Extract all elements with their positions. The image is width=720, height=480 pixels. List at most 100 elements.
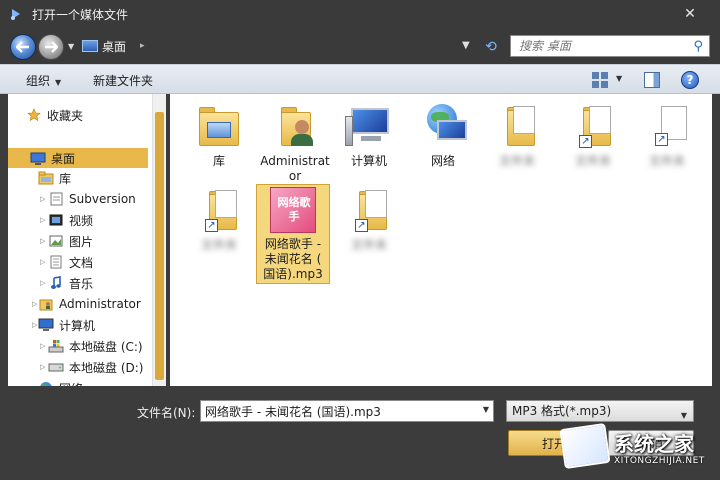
expand-arrow-icon[interactable]: ▷	[32, 321, 37, 329]
music-note-icon	[48, 276, 64, 290]
view-dropdown[interactable]: ▼	[616, 74, 622, 83]
document-shortcut-icon: ↗	[643, 102, 691, 150]
nav-favorites[interactable]: 收藏夹	[26, 105, 83, 125]
breadcrumb-desktop[interactable]: 桌面	[102, 38, 126, 55]
window-title: 打开一个媒体文件	[32, 7, 129, 22]
expand-arrow-icon[interactable]: ▷	[40, 195, 45, 203]
expand-arrow-icon[interactable]: ▷	[40, 363, 45, 371]
hard-drive-icon	[48, 360, 64, 374]
address-dropdown[interactable]: ▼	[462, 40, 470, 51]
file-item-folder[interactable]: 文件夹	[480, 102, 554, 169]
watermark-text: 系统之家	[614, 432, 694, 456]
nav-network[interactable]: 网络	[38, 378, 83, 386]
expand-arrow-icon[interactable]: ▷	[40, 237, 45, 245]
file-label-line1: 网络歌手 -	[264, 237, 322, 251]
chevron-down-icon: ▼	[55, 78, 62, 87]
chevron-right-icon[interactable]: ▸	[140, 41, 145, 51]
file-item-network[interactable]: 网络	[406, 102, 480, 169]
expand-arrow-icon[interactable]: ▷	[32, 300, 37, 308]
library-folder-icon	[195, 102, 243, 150]
watermark: 系统之家 XITONGZHIJIA.NET	[559, 422, 714, 472]
nav-pictures[interactable]: 图片	[48, 231, 93, 251]
filename-input[interactable]	[201, 401, 471, 421]
help-icon[interactable]: ?	[681, 71, 699, 89]
album-art-text: 网络歌手	[277, 196, 311, 223]
folder-shortcut-icon: ↗	[195, 186, 243, 234]
search-icon[interactable]: ⚲	[693, 39, 703, 54]
folder-shortcut-icon: ↗	[569, 102, 617, 150]
navigation-scrollbar[interactable]	[152, 94, 166, 386]
nav-libraries[interactable]: 库	[38, 168, 71, 188]
expand-arrow-icon[interactable]: ▷	[40, 342, 45, 350]
filetype-select[interactable]: MP3 格式(*.mp3) ▼	[506, 400, 694, 422]
nav-videos[interactable]: 视频	[48, 210, 93, 230]
monitor-icon	[30, 151, 46, 165]
nav-administrator[interactable]: Administrator	[38, 294, 141, 314]
view-options-icon[interactable]	[592, 72, 608, 88]
album-art-icon: 网络歌手	[270, 187, 316, 233]
nav-label: Subversion	[69, 192, 136, 206]
back-button[interactable]	[10, 34, 36, 60]
nav-label: 桌面	[51, 151, 76, 166]
file-item-library[interactable]: 库	[182, 102, 256, 169]
file-item-administrator[interactable]: Administrat or	[258, 102, 332, 184]
computer-icon	[38, 318, 54, 332]
nav-label: 库	[59, 171, 72, 186]
windows-drive-icon	[48, 339, 64, 353]
arrow-right-icon	[45, 41, 58, 53]
chevron-down-icon[interactable]: ▼	[483, 405, 489, 414]
close-icon[interactable]: ✕	[680, 4, 700, 24]
watermark-logo-icon	[559, 422, 611, 470]
forward-button[interactable]	[38, 34, 64, 60]
breadcrumb[interactable]: 桌面 ▸	[82, 37, 145, 55]
nav-drive-d[interactable]: 本地磁盘 (D:)	[48, 357, 143, 377]
file-list-pane: 库 Administrat or 计算机 网络 文件夹 ↗ 文件夹 ↗ 文件夹 …	[170, 94, 712, 386]
user-folder-icon	[38, 297, 54, 311]
expand-arrow-icon[interactable]: ▷	[40, 258, 45, 266]
nav-label: 文档	[69, 255, 94, 270]
filename-label: 文件名(N):	[137, 406, 196, 420]
file-item-folder-shortcut[interactable]: ↗ 文件夹	[332, 186, 406, 253]
expand-arrow-icon[interactable]: ▷	[40, 216, 45, 224]
preview-pane-icon[interactable]	[644, 72, 660, 88]
file-item-computer[interactable]: 计算机	[332, 102, 406, 169]
nav-label: 图片	[69, 234, 94, 249]
file-item-folder-shortcut[interactable]: ↗ 文件夹	[556, 102, 630, 169]
file-item-doc-shortcut[interactable]: ↗ 文件夹	[630, 102, 704, 169]
new-folder-button[interactable]: 新建文件夹	[93, 72, 153, 89]
nav-label: 视频	[69, 213, 94, 228]
file-label: 文件夹	[574, 154, 611, 168]
file-label-line2: or	[288, 169, 302, 183]
scrollbar-thumb[interactable]	[155, 112, 164, 380]
expand-arrow-icon[interactable]: ▷	[40, 279, 45, 287]
organize-menu[interactable]: 组织 ▼	[26, 72, 61, 89]
nav-documents[interactable]: 文档	[48, 252, 93, 272]
nav-subversion[interactable]: Subversion	[48, 189, 136, 209]
file-label-line2: 未闻花名 (	[264, 252, 322, 266]
organize-label: 组织	[26, 74, 51, 88]
file-item-mp3[interactable]: 网络歌手 网络歌手 - 未闻花名 ( 国语).mp3	[256, 184, 330, 284]
file-label: 库	[212, 154, 225, 168]
search-input[interactable]	[519, 39, 689, 53]
nav-label: 本地磁盘 (D:)	[69, 360, 144, 375]
user-folder-icon	[271, 102, 319, 150]
file-item-folder-shortcut[interactable]: ↗ 文件夹	[182, 186, 256, 253]
title-bar: 打开一个媒体文件 ✕	[0, 0, 720, 28]
arrow-left-icon	[16, 41, 29, 53]
nav-label: 本地磁盘 (C:)	[69, 339, 143, 354]
document-icon	[48, 255, 64, 269]
folder-icon	[493, 102, 541, 150]
nav-music[interactable]: 音乐	[48, 273, 93, 293]
nav-desktop[interactable]: 桌面	[8, 148, 148, 168]
search-box[interactable]: ⚲	[510, 35, 710, 57]
address-bar-row: ▼ 桌面 ▸ ▼ ⟲ ⚲	[0, 28, 720, 64]
recent-pages-dropdown[interactable]: ▼	[68, 42, 74, 51]
nav-computer[interactable]: 计算机	[38, 315, 95, 335]
refresh-icon[interactable]: ⟲	[482, 38, 500, 56]
media-player-icon	[8, 6, 24, 22]
file-label: 文件夹	[498, 154, 535, 168]
file-label: 文件夹	[200, 238, 237, 252]
nav-drive-c[interactable]: 本地磁盘 (C:)	[48, 336, 143, 356]
filename-combobox[interactable]: ▼	[200, 400, 494, 422]
file-label-line3: 国语).mp3	[263, 267, 323, 281]
